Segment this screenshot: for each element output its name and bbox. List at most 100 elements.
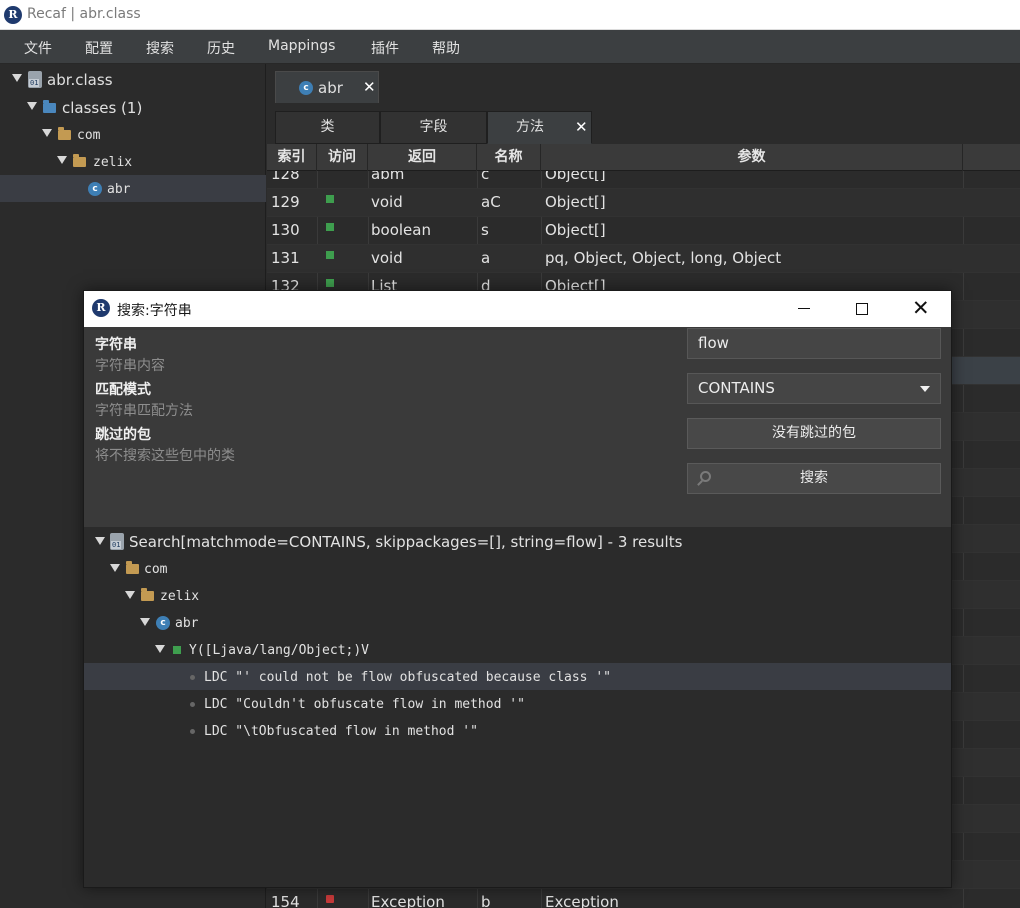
result-label: com bbox=[144, 562, 168, 577]
result-hit[interactable]: LDC "Couldn't obfuscate flow in method '… bbox=[84, 690, 951, 717]
maximize-button[interactable] bbox=[839, 291, 885, 327]
result-class-abr[interactable]: c abr bbox=[84, 609, 951, 636]
col-name[interactable]: 名称 bbox=[477, 144, 541, 171]
result-hit[interactable]: LDC "\tObfuscated flow in method '" bbox=[84, 717, 951, 744]
recaf-logo-icon: R bbox=[92, 299, 110, 317]
cell-params: Object[] bbox=[545, 221, 606, 239]
dialog-title: 搜索:字符串 bbox=[117, 303, 192, 319]
tab-methods[interactable]: 方法 ✕ bbox=[487, 111, 592, 144]
menu-plugins[interactable]: 插件 bbox=[371, 38, 399, 58]
table-row[interactable]: 154 Exception b Exception bbox=[267, 889, 1020, 908]
file-tab-abr[interactable]: c abr ✕ bbox=[275, 71, 379, 103]
cell-params: Object[] bbox=[545, 171, 606, 183]
dialog-titlebar[interactable]: R 搜索:字符串 ✕ bbox=[84, 291, 951, 327]
expand-arrow-icon[interactable] bbox=[125, 591, 135, 599]
field-desc-string: 字符串内容 bbox=[95, 358, 165, 374]
dropdown-arrow-icon bbox=[920, 386, 930, 392]
col-index[interactable]: 索引 bbox=[267, 144, 317, 171]
menu-search[interactable]: 搜索 bbox=[146, 38, 174, 58]
result-method[interactable]: Y([Ljava/lang/Object;)V bbox=[84, 636, 951, 663]
match-mode-value: CONTAINS bbox=[698, 379, 775, 397]
member-tabs: 类 字段 方法 ✕ bbox=[275, 111, 1020, 144]
skip-packages-button[interactable]: 没有跳过的包 bbox=[687, 418, 941, 449]
close-tab-icon[interactable]: ✕ bbox=[575, 112, 588, 143]
public-access-icon bbox=[326, 195, 334, 203]
cell-return: Exception bbox=[371, 893, 445, 908]
expand-arrow-icon[interactable] bbox=[140, 618, 150, 626]
tab-fields[interactable]: 字段 bbox=[380, 111, 487, 144]
string-input[interactable]: flow bbox=[687, 328, 941, 359]
class-file-icon bbox=[110, 533, 124, 550]
expand-arrow-icon[interactable] bbox=[27, 102, 37, 110]
expand-arrow-icon[interactable] bbox=[12, 74, 22, 82]
expand-arrow-icon[interactable] bbox=[95, 537, 105, 545]
folder-icon bbox=[58, 127, 71, 140]
folder-icon bbox=[141, 588, 154, 601]
expand-arrow-icon[interactable] bbox=[42, 129, 52, 137]
tree-item-class-abr[interactable]: c abr bbox=[0, 175, 266, 202]
private-access-icon bbox=[326, 895, 334, 903]
tree-item-classes[interactable]: classes (1) bbox=[0, 94, 266, 121]
tree-item-package-zelix[interactable]: zelix bbox=[0, 148, 266, 175]
result-hit-label: LDC "Couldn't obfuscate flow in method '… bbox=[204, 697, 525, 712]
tab-methods-label: 方法 bbox=[516, 119, 544, 135]
expand-arrow-icon[interactable] bbox=[110, 564, 120, 572]
expand-arrow-icon[interactable] bbox=[57, 156, 67, 164]
folder-icon bbox=[43, 100, 56, 113]
tab-class[interactable]: 类 bbox=[275, 111, 380, 144]
cell-return: void bbox=[371, 193, 403, 211]
tree-item-root[interactable]: abr.class bbox=[0, 66, 266, 93]
search-button[interactable]: 搜索 bbox=[687, 463, 941, 494]
result-hit-label: LDC "\tObfuscated flow in method '" bbox=[204, 724, 478, 739]
col-params[interactable]: 参数 bbox=[541, 144, 963, 171]
tree-item-package-com[interactable]: com bbox=[0, 121, 266, 148]
search-string-dialog: R 搜索:字符串 ✕ 字符串 字符串内容 匹配模式 字符串匹配方法 跳过的包 将… bbox=[83, 290, 952, 888]
menu-history[interactable]: 历史 bbox=[207, 38, 235, 58]
result-package-com[interactable]: com bbox=[84, 555, 951, 582]
result-hit[interactable]: LDC "' could not be flow obfuscated beca… bbox=[84, 663, 951, 690]
menu-file[interactable]: 文件 bbox=[24, 38, 52, 58]
table-row[interactable]: 128 abm c Object[] bbox=[267, 171, 1020, 189]
tree-item-label: zelix bbox=[93, 155, 133, 170]
col-access[interactable]: 访问 bbox=[317, 144, 368, 171]
result-root-label: Search[matchmode=CONTAINS, skippackages=… bbox=[129, 533, 683, 551]
minimize-icon bbox=[798, 308, 810, 309]
table-row[interactable]: 130 boolean s Object[] bbox=[267, 217, 1020, 245]
menu-help[interactable]: 帮助 bbox=[432, 38, 460, 58]
close-icon: ✕ bbox=[912, 296, 930, 320]
close-button[interactable]: ✕ bbox=[898, 291, 944, 327]
class-icon: c bbox=[299, 81, 313, 95]
method-icon bbox=[173, 646, 181, 654]
cell-return: abm bbox=[371, 171, 405, 183]
search-button-label: 搜索 bbox=[800, 470, 828, 486]
public-access-icon bbox=[326, 251, 334, 259]
instruction-icon bbox=[190, 675, 195, 680]
search-icon bbox=[700, 471, 711, 482]
class-file-icon bbox=[28, 71, 42, 88]
public-access-icon bbox=[326, 223, 334, 231]
field-label-skip: 跳过的包 bbox=[95, 427, 151, 443]
menu-mappings[interactable]: Mappings bbox=[268, 38, 335, 54]
result-root[interactable]: Search[matchmode=CONTAINS, skippackages=… bbox=[84, 528, 951, 555]
match-mode-select[interactable]: CONTAINS bbox=[687, 373, 941, 404]
cell-params: Exception bbox=[545, 893, 619, 908]
minimize-button[interactable] bbox=[781, 291, 827, 327]
main-titlebar: R Recaf | abr.class bbox=[0, 0, 1020, 30]
close-tab-icon[interactable]: ✕ bbox=[363, 78, 376, 96]
field-label-matchmode: 匹配模式 bbox=[95, 382, 151, 398]
menu-config[interactable]: 配置 bbox=[85, 38, 113, 58]
field-desc-matchmode: 字符串匹配方法 bbox=[95, 403, 193, 419]
table-row[interactable]: 129 void aC Object[] bbox=[267, 189, 1020, 217]
col-return[interactable]: 返回 bbox=[368, 144, 477, 171]
cell-name: aC bbox=[481, 193, 501, 211]
expand-arrow-icon[interactable] bbox=[155, 645, 165, 653]
result-label: abr bbox=[175, 616, 199, 631]
field-desc-skip: 将不搜索这些包中的类 bbox=[95, 448, 235, 464]
cell-index: 131 bbox=[271, 249, 300, 267]
cell-index: 128 bbox=[271, 171, 300, 183]
cell-return: boolean bbox=[371, 221, 431, 239]
table-row[interactable]: 131 void a pq, Object, Object, long, Obj… bbox=[267, 245, 1020, 273]
result-package-zelix[interactable]: zelix bbox=[84, 582, 951, 609]
cell-index: 130 bbox=[271, 221, 300, 239]
cell-name: b bbox=[481, 893, 491, 908]
